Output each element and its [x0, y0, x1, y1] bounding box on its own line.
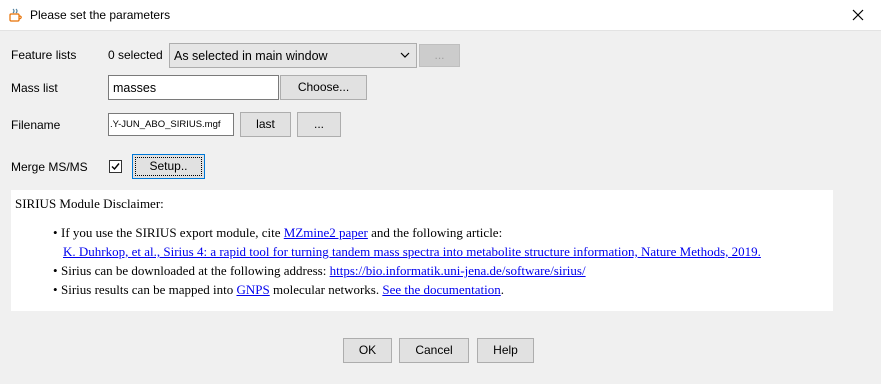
- merge-msms-label: Merge MS/MS: [11, 160, 88, 174]
- merge-msms-checkbox[interactable]: [109, 160, 122, 173]
- gnps-link[interactable]: GNPS: [236, 282, 269, 297]
- disclaimer-text: molecular networks.: [269, 282, 383, 297]
- merge-setup-button[interactable]: Setup..: [132, 154, 205, 179]
- disclaimer-item-gnps: • Sirius results can be mapped into GNPS …: [53, 282, 504, 298]
- disclaimer-text: If you use the SIRIUS export module, cit…: [61, 225, 284, 240]
- filename-last-button[interactable]: last: [240, 112, 291, 137]
- feature-lists-label: Feature lists: [11, 48, 77, 62]
- filename-input[interactable]: [108, 113, 234, 136]
- documentation-link[interactable]: See the documentation: [382, 282, 500, 297]
- sirius-download-link[interactable]: https://bio.informatik.uni-jena.de/softw…: [330, 263, 586, 278]
- bullet: •: [53, 263, 58, 278]
- mass-list-input[interactable]: [108, 75, 279, 100]
- close-button[interactable]: [835, 0, 881, 30]
- feature-lists-dropdown[interactable]: As selected in main window: [169, 43, 417, 68]
- mass-list-label: Mass list: [11, 81, 58, 95]
- disclaimer-item-cite: • If you use the SIRIUS export module, ci…: [53, 225, 502, 241]
- close-icon: [852, 9, 864, 21]
- checkmark-icon: [111, 163, 120, 171]
- disclaimer-item-article: K. Duhrkop, et al., Sirius 4: a rapid to…: [63, 244, 761, 260]
- disclaimer-panel: SIRIUS Module Disclaimer: • If you use th…: [11, 190, 833, 311]
- sirius-article-link[interactable]: K. Duhrkop, et al., Sirius 4: a rapid to…: [63, 244, 761, 259]
- disclaimer-item-download: • Sirius can be downloaded at the followi…: [53, 263, 586, 279]
- disclaimer-text: Sirius can be downloaded at the followin…: [61, 263, 330, 278]
- title-bar: Please set the parameters: [0, 0, 881, 31]
- help-button[interactable]: Help: [477, 338, 534, 363]
- mzmine2-paper-link[interactable]: MZmine2 paper: [284, 225, 368, 240]
- disclaimer-text: .: [500, 282, 505, 297]
- disclaimer-heading: SIRIUS Module Disclaimer:: [15, 196, 164, 211]
- ok-button[interactable]: OK: [343, 338, 392, 363]
- disclaimer-text: Sirius results can be mapped into: [61, 282, 237, 297]
- chevron-down-icon: [400, 52, 410, 58]
- cancel-button[interactable]: Cancel: [399, 338, 469, 363]
- filename-browse-button[interactable]: ...: [297, 112, 341, 137]
- filename-label: Filename: [11, 118, 61, 132]
- window-title: Please set the parameters: [30, 8, 171, 22]
- java-app-icon: [9, 8, 22, 22]
- disclaimer-text: and the following article:: [367, 225, 503, 240]
- bullet: •: [53, 282, 58, 297]
- feature-lists-dropdown-value: As selected in main window: [174, 49, 328, 63]
- mass-list-choose-button[interactable]: Choose...: [280, 75, 367, 100]
- feature-lists-browse-button[interactable]: ...: [419, 44, 460, 67]
- feature-lists-selected-count: 0 selected: [108, 48, 163, 62]
- bullet: •: [53, 225, 58, 240]
